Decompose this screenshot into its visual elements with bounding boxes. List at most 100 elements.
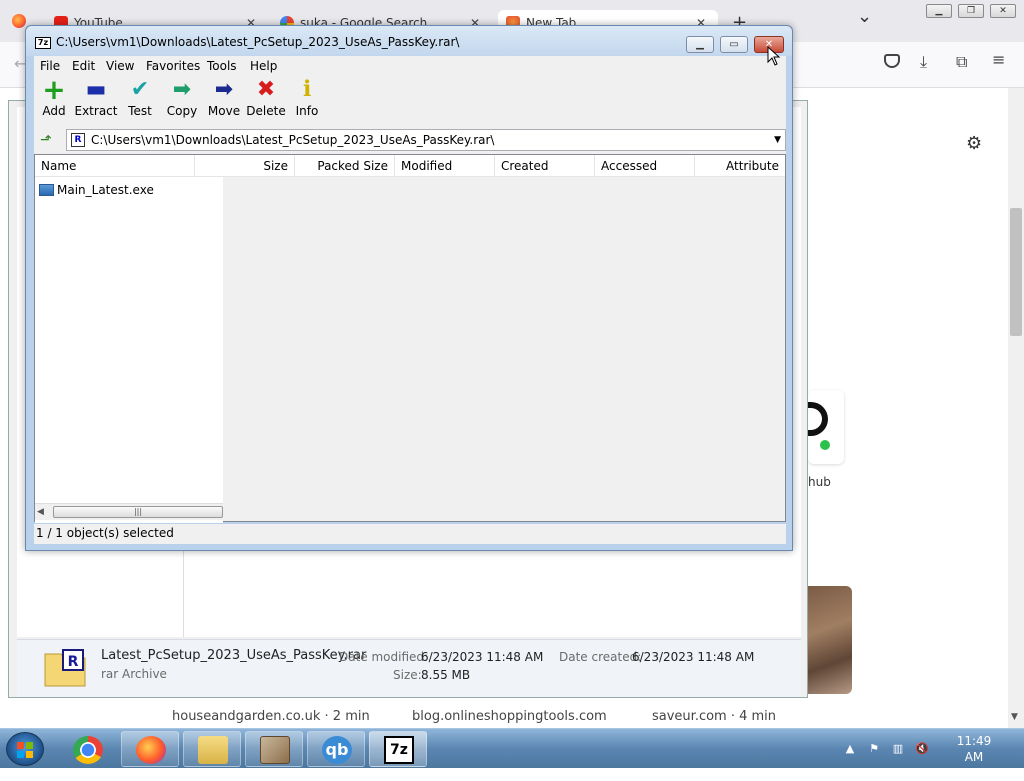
copy-button[interactable]: ➡ Copy <box>164 78 200 124</box>
tab-list-button[interactable]: ⌄ <box>857 6 872 27</box>
move-label: Move <box>207 104 241 118</box>
date-created-value: 6/23/2023 11:48 AM <box>632 650 755 664</box>
file-name: Main_Latest.exe <box>57 183 154 197</box>
copy-label: Copy <box>166 104 198 118</box>
browser-restore-button[interactable]: ❐ <box>958 4 984 18</box>
page-scrollbar[interactable]: ▼ <box>1008 88 1024 728</box>
hub-logo-icon <box>808 402 828 436</box>
story-card[interactable]: blog.onlineshoppingtools.com <box>396 703 616 727</box>
maximize-button[interactable]: ▭ <box>720 36 748 53</box>
network-icon[interactable]: ▥ <box>890 741 906 757</box>
clock[interactable]: 11:49 AM 6/23/2023 <box>946 733 1008 781</box>
column-packed-size[interactable]: Packed Size <box>295 155 395 177</box>
scroll-down-arrow-icon[interactable]: ▼ <box>1011 712 1018 722</box>
taskbar-file-explorer[interactable] <box>183 731 241 767</box>
firefox-icon <box>136 736 166 764</box>
test-button[interactable]: ✔ Test <box>122 78 158 124</box>
menu-tools[interactable]: Tools <box>207 59 237 73</box>
menu-file[interactable]: File <box>40 59 60 73</box>
exe-file-icon <box>39 184 54 196</box>
menu-icon[interactable]: ≡ <box>992 50 1005 69</box>
info-label: Info <box>295 104 319 118</box>
horizontal-scrollbar[interactable]: ◀ ||| <box>35 503 223 520</box>
7zip-icon: 7z <box>384 736 414 764</box>
scroll-thumb[interactable] <box>1010 208 1022 336</box>
taskbar-firefox[interactable] <box>121 731 179 767</box>
extract-label: Extract <box>74 104 118 118</box>
taskbar-installer[interactable] <box>245 731 303 767</box>
column-accessed[interactable]: Accessed <box>595 155 695 177</box>
show-hidden-icons-icon[interactable]: ▲ <box>842 741 858 757</box>
size-label: Size: <box>393 668 422 682</box>
settings-gear-icon[interactable]: ⚙ <box>966 133 982 154</box>
rar-file-icon: R <box>71 133 85 147</box>
menu-edit[interactable]: Edit <box>72 59 95 73</box>
delete-label: Delete <box>246 104 286 118</box>
pocket-icon[interactable] <box>884 54 900 68</box>
browser-minimize-button[interactable]: ▁ <box>926 4 952 18</box>
add-label: Add <box>42 104 66 118</box>
taskbar-7zip[interactable]: 7z <box>369 731 427 767</box>
size-value: 8.55 MB <box>421 668 471 682</box>
menu-favorites[interactable]: Favorites <box>146 59 200 73</box>
qbittorrent-icon: qb <box>322 736 352 764</box>
move-arrow-icon: ➡ <box>214 77 234 102</box>
address-bar: ⬏ R C:\Users\vm1\Downloads\Latest_PcSetu… <box>34 126 786 154</box>
add-button[interactable]: + Add <box>36 76 72 124</box>
firefox-icon <box>12 14 26 28</box>
list-item[interactable]: Main_Latest.exe <box>39 181 154 199</box>
browser-close-button[interactable]: ✕ <box>990 4 1016 18</box>
column-size[interactable]: Size <box>195 155 295 177</box>
info-icon: ℹ <box>302 77 312 102</box>
scroll-left-arrow-icon[interactable]: ◀ <box>37 507 44 517</box>
volume-muted-icon[interactable]: 🔇 <box>914 741 930 757</box>
divider <box>183 549 184 637</box>
story-image[interactable] <box>806 586 852 694</box>
taskbar-chrome[interactable] <box>58 731 116 767</box>
column-modified[interactable]: Modified <box>395 155 495 177</box>
minus-icon: ▬ <box>85 77 107 102</box>
windows-logo-icon <box>26 751 33 758</box>
column-created[interactable]: Created <box>495 155 595 177</box>
check-icon: ✔ <box>130 77 150 102</box>
move-button[interactable]: ➡ Move <box>204 78 244 124</box>
test-label: Test <box>128 104 152 118</box>
extract-button[interactable]: ▬ Extract <box>74 78 118 124</box>
installer-box-icon <box>260 736 290 764</box>
column-attributes[interactable]: Attribute <box>695 155 785 177</box>
menu-view[interactable]: View <box>106 59 134 73</box>
path-combobox[interactable]: R C:\Users\vm1\Downloads\Latest_PcSetup_… <box>66 129 786 151</box>
windows-logo-icon <box>17 751 24 758</box>
chevron-down-icon[interactable]: ▼ <box>774 135 781 145</box>
details-pane: R Latest_PcSetup_2023_UseAs_PassKey.rar … <box>17 639 801 697</box>
action-center-icon[interactable]: ⚑ <box>866 741 882 757</box>
clock-time: 11:49 AM <box>956 734 992 764</box>
scroll-thumb[interactable]: ||| <box>53 506 223 518</box>
delete-x-icon: ✖ <box>256 77 276 102</box>
shortcut-tile[interactable] <box>808 390 844 464</box>
taskbar: qb 7z ▲ ⚑ ▥ 🔇 11:49 AM 6/23/2023 <box>0 728 1024 780</box>
column-name[interactable]: Name <box>35 155 195 177</box>
date-modified-label: Date modified: <box>339 650 429 664</box>
up-folder-icon[interactable]: ⬏ <box>37 131 55 149</box>
minimize-button[interactable]: ▁ <box>686 36 714 53</box>
list-header: Name Size Packed Size Modified Created A… <box>35 155 785 177</box>
details-type: rar Archive <box>101 667 167 681</box>
story-card[interactable]: saveur.com · 4 min <box>636 703 852 727</box>
title-bar[interactable]: 7z C:\Users\vm1\Downloads\Latest_PcSetup… <box>26 26 792 56</box>
downloads-icon[interactable]: ⤓ <box>920 52 927 72</box>
list-body: Main_Latest.exe ◀ ||| <box>35 177 223 523</box>
info-button[interactable]: ℹ Info <box>292 78 322 124</box>
file-list: Name Size Packed Size Modified Created A… <box>34 154 786 523</box>
delete-button[interactable]: ✖ Delete <box>246 78 286 124</box>
rar-archive-icon: R <box>44 649 86 687</box>
windows-logo-icon <box>26 742 33 749</box>
start-button[interactable] <box>6 732 44 766</box>
7zip-window: 7z C:\Users\vm1\Downloads\Latest_PcSetup… <box>25 25 793 551</box>
taskbar-qbittorrent[interactable]: qb <box>307 731 365 767</box>
folder-icon <box>198 736 228 764</box>
story-card[interactable]: houseandgarden.co.uk · 2 min <box>156 703 372 727</box>
menu-help[interactable]: Help <box>250 59 277 73</box>
toolbar: + Add ▬ Extract ✔ Test ➡ Copy ➡ Move ✖ D… <box>34 76 786 126</box>
extensions-icon[interactable]: ⧉ <box>956 52 967 72</box>
